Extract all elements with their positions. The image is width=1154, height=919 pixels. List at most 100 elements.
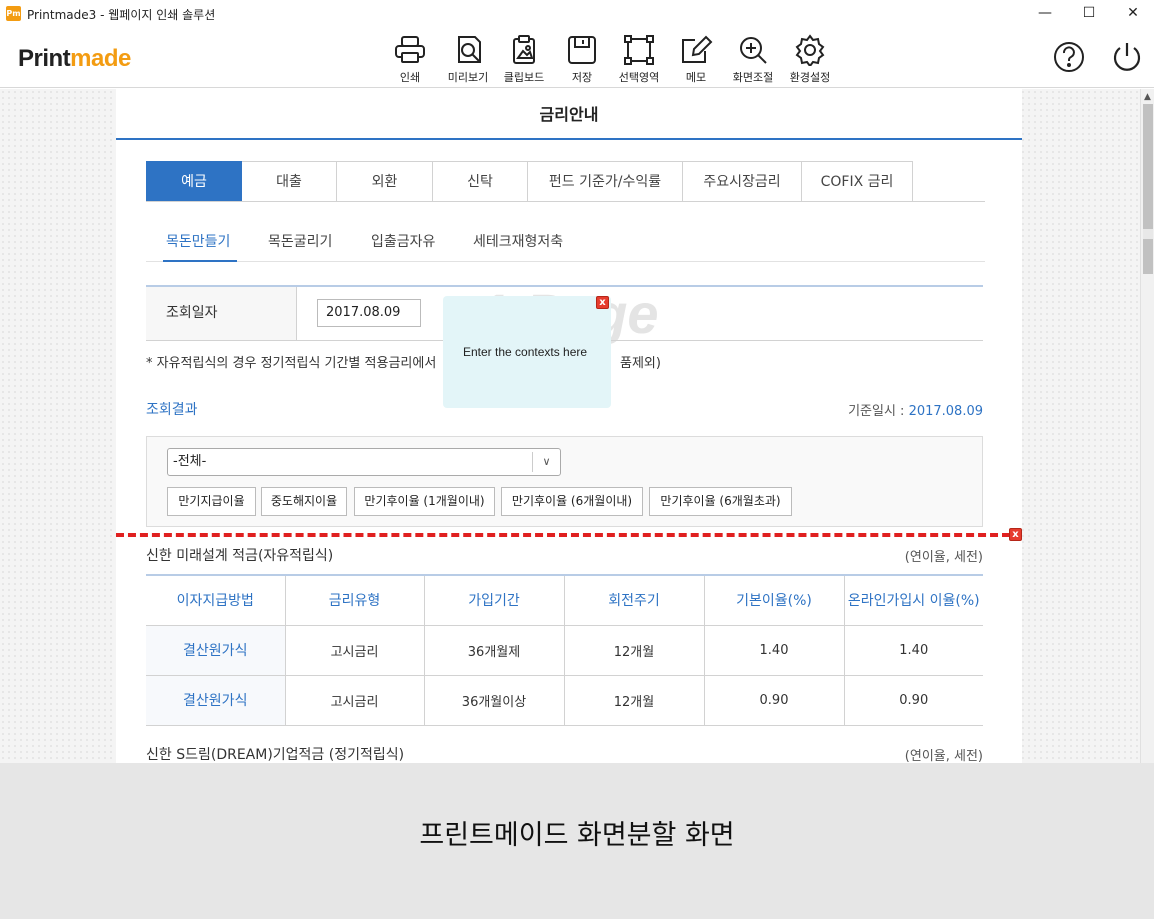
select-area-icon (624, 35, 654, 65)
clipboard-button[interactable]: 클립보드 (496, 34, 552, 84)
tab-trust[interactable]: 신탁 (433, 161, 528, 202)
select-area-label: 선택영역 (618, 71, 660, 84)
tab-loan[interactable]: 대출 (242, 161, 337, 202)
table-cell: 고시금리 (285, 625, 425, 676)
table-cell: 1.40 (704, 625, 845, 676)
memo-label: 메모 (685, 71, 707, 84)
page-content: 금리안내 예금 대출 외환 신탁 펀드 기준가/수익률 주요시장금리 COFIX… (116, 89, 1022, 763)
filter-early-termination-button[interactable]: 중도해지이율 (261, 487, 347, 516)
page-split-line[interactable] (116, 533, 1010, 537)
printer-icon (395, 36, 425, 63)
tab-deposit[interactable]: 예금 (146, 161, 242, 202)
table-cell: 결산원가식 (146, 625, 286, 676)
table-cell: 1.40 (844, 625, 983, 676)
memo-text[interactable]: Enter the contexts here (463, 345, 587, 359)
settings-button[interactable]: 환경설정 (782, 34, 838, 84)
product-select-value: -전체- (173, 454, 207, 469)
vertical-scrollbar[interactable]: ▲ (1140, 89, 1154, 763)
memo-close-icon[interactable]: x (596, 296, 609, 309)
maximize-button[interactable]: ☐ (1074, 2, 1104, 24)
rate-table: 이자지급방법 금리유형 가입기간 회전주기 기본이율(%) 온라인가입시 이율(… (146, 574, 983, 726)
brand-text-made: made (70, 45, 131, 72)
filter-panel: -전체- ∨ 만기지급이율 중도해지이율 만기후이율 (1개월이내) 만기후이율… (146, 436, 983, 527)
scroll-thumb-grip (1143, 229, 1153, 239)
window-title: Printmade3 - 웹페이지 인쇄 솔루션 (27, 8, 216, 22)
table-cell: 12개월 (564, 625, 705, 676)
result-label: 조회결과 (146, 402, 198, 418)
preview-label: 미리보기 (447, 71, 489, 84)
filter-post-maturity-over-6m-button[interactable]: 만기후이율 (6개월초과) (649, 487, 792, 516)
page-heading: 금리안내 (116, 89, 1022, 140)
base-date-label: 기준일시 : (848, 404, 905, 419)
close-window-button[interactable]: ✕ (1118, 2, 1148, 24)
tab-cofix[interactable]: COFIX 금리 (802, 161, 913, 202)
product-select[interactable]: -전체- ∨ (167, 448, 561, 476)
split-line-close-icon[interactable]: x (1009, 528, 1022, 541)
zoom-label: 화면조절 (732, 71, 774, 84)
tab-fund[interactable]: 펀드 기준가/수익률 (528, 161, 683, 202)
select-area-button[interactable]: 선택영역 (611, 34, 667, 84)
title-bar: Pm Printmade3 - 웹페이지 인쇄 솔루션 — ☐ ✕ (0, 0, 1154, 28)
sub-tabs: 목돈만들기 목돈굴리기 입출금자유 세테크재형저축 (146, 227, 985, 262)
filter-maturity-rate-button[interactable]: 만기지급이율 (167, 487, 256, 516)
subtab-savings[interactable]: 목돈만들기 (166, 231, 230, 251)
active-subtab-underline (163, 260, 237, 262)
table-cell: 결산원가식 (146, 675, 286, 726)
col-header-rate-type: 금리유형 (285, 575, 425, 626)
section1-title: 신한 미래설계 적금(자유적립식) (146, 548, 334, 564)
tab-forex[interactable]: 외환 (337, 161, 433, 202)
col-header-payment: 이자지급방법 (146, 575, 286, 626)
save-button[interactable]: 저장 (554, 34, 610, 84)
subtab-free-deposit[interactable]: 입출금자유 (371, 231, 435, 251)
table-header-row: 이자지급방법 금리유형 가입기간 회전주기 기본이율(%) 온라인가입시 이율(… (146, 575, 983, 626)
table-row: 결산원가식 고시금리 36개월이상 12개월 0.90 0.90 (146, 675, 983, 726)
section2-title: 신한 S드림(DREAM)기업적금 (정기적립식) (146, 747, 405, 763)
base-date: 기준일시 : 2017.08.09 (848, 400, 983, 419)
print-label: 인쇄 (399, 71, 421, 84)
table-cell: 36개월제 (424, 625, 565, 676)
chevron-down-icon[interactable]: ∨ (532, 452, 560, 472)
save-icon (568, 36, 596, 64)
date-input[interactable]: 2017.08.09 (317, 299, 421, 327)
memo-button[interactable]: 메모 (668, 34, 724, 84)
table-cell: 0.90 (704, 675, 845, 726)
caption-text: 프린트메이드 화면분할 화면 (419, 820, 735, 851)
table-cell: 12개월 (564, 675, 705, 726)
save-label: 저장 (571, 71, 593, 84)
app-logo-icon: Pm (6, 6, 21, 21)
power-button[interactable] (1110, 40, 1144, 74)
tab-market-rates[interactable]: 주요시장금리 (683, 161, 802, 202)
toolbar: Printmade 인쇄 미리보기 클립보드 저장 선택영역 메모 화면조절 환… (0, 28, 1154, 88)
print-button[interactable]: 인쇄 (382, 34, 438, 84)
help-button[interactable] (1052, 40, 1086, 74)
gear-icon (795, 34, 825, 66)
scroll-thumb[interactable] (1143, 104, 1153, 274)
filter-post-maturity-6m-button[interactable]: 만기후이율 (6개월이내) (501, 487, 643, 516)
settings-label: 환경설정 (789, 71, 831, 84)
table-cell: 0.90 (844, 675, 983, 726)
subtab-tax-savings[interactable]: 세테크재형저축 (473, 231, 563, 251)
clipboard-icon (513, 35, 535, 64)
subtab-investing[interactable]: 목돈굴리기 (268, 231, 332, 251)
caption-area: 프린트메이드 화면분할 화면 (0, 763, 1154, 919)
power-icon (1113, 43, 1141, 71)
base-date-value: 2017.08.09 (908, 404, 983, 419)
zoom-button[interactable]: 화면조절 (725, 34, 781, 84)
brand-text-print: Print (18, 45, 71, 72)
filter-post-maturity-1m-button[interactable]: 만기후이율 (1개월이내) (354, 487, 495, 516)
memo-icon (682, 35, 713, 63)
section2-note: (연이율, 세전) (904, 749, 983, 763)
main-tabs: 예금 대출 외환 신탁 펀드 기준가/수익률 주요시장금리 COFIX 금리 (146, 161, 913, 202)
scroll-up-icon[interactable]: ▲ (1144, 92, 1151, 102)
brand-logo: Printmade (18, 45, 131, 73)
col-header-base-rate: 기본이율(%) (704, 575, 845, 626)
info-note: * 자유적립식의 경우 정기적립식 기간별 적용금리에서 (146, 356, 437, 371)
col-header-online-rate: 온라인가입시 이율(%) (844, 575, 983, 626)
table-cell: 고시금리 (285, 675, 425, 726)
minimize-button[interactable]: — (1030, 2, 1060, 24)
memo-note[interactable]: Enter the contexts here (443, 296, 611, 408)
col-header-cycle: 회전주기 (564, 575, 705, 626)
zoom-icon (740, 37, 767, 64)
preview-button[interactable]: 미리보기 (440, 34, 496, 84)
clipboard-label: 클립보드 (503, 71, 545, 84)
